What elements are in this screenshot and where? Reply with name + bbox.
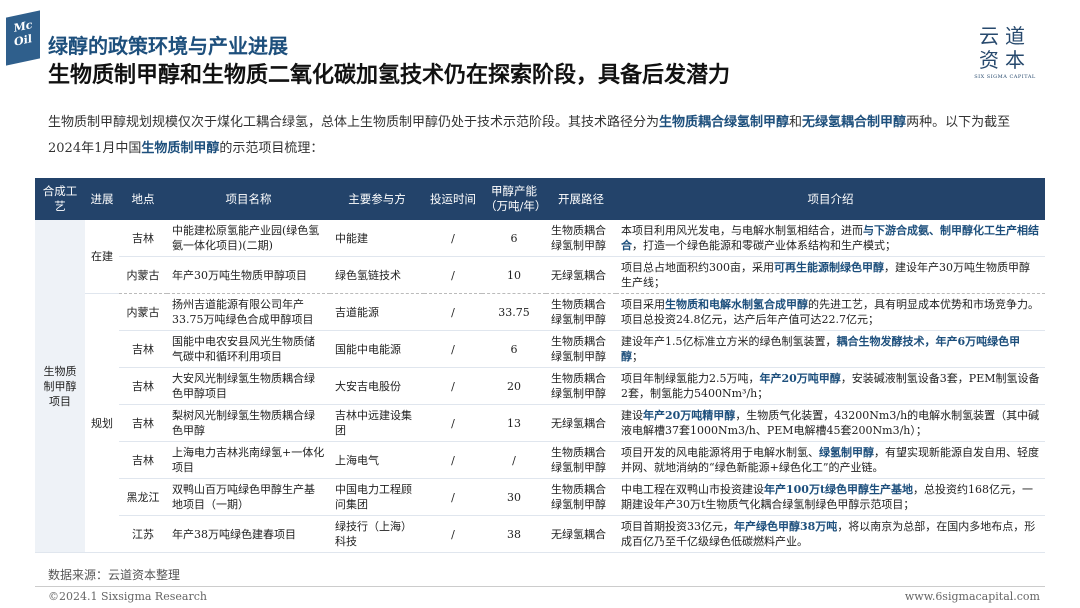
participant-cell: 绿色氢链技术 [330, 256, 424, 294]
participant-cell: 国能中电能源 [330, 330, 424, 368]
description-cell: 项目采用生物质和电解水制氢合成甲醇的先进工艺，具有明显成本优势和市场竞争力。项目… [616, 293, 1045, 331]
table-row: 吉林 大安风光制绿氢生物质耦合绿色甲醇项目 大安吉电股份/20 生物质耦合绿氢制甲醇项… [35, 367, 1045, 405]
capacity-cell: 13 [482, 404, 546, 442]
location-cell: 吉林 [119, 220, 167, 257]
operation-time-cell: / [424, 220, 482, 257]
project-table: 合成工艺 进展 地点 项目名称 主要参与方 投运时间 甲醇产能（万吨/年） 开展… [35, 178, 1045, 553]
location-cell: 内蒙古 [119, 293, 167, 331]
table-row: 生物质制甲醇项目 在建 吉林 中能建松原氢能产业园(绿色氢氨一体化项目)(二期) 中能建… [35, 220, 1045, 553]
path-cell: 无绿氢耦合 [546, 515, 616, 553]
header-process: 合成工艺 [42, 184, 78, 213]
location-cell: 吉林 [119, 367, 167, 405]
table-row: 内蒙古 年产30万吨生物质甲醇项目 绿色氢链技术/10 无绿氢耦合 项目总占地面积约30… [35, 256, 1045, 294]
description-cell: 本项目利用风光发电，与电解水制氢相结合，进而与下游合成氨、制甲醇化工生产相结合，… [616, 220, 1045, 257]
participant-cell: 中国电力工程顾问集团 [330, 478, 424, 516]
path-cell: 生物质耦合绿氢制甲醇 [546, 330, 616, 368]
status-cell: 规划 [85, 293, 119, 553]
header-location: 地点 [131, 191, 155, 206]
description-cell: 项目年制绿氢能力2.5万吨，年产20万吨甲醇，安装碱液制氢设备3套，PEM制氢设… [616, 367, 1045, 405]
location-cell: 内蒙古 [119, 256, 167, 294]
category-cell: 生物质制甲醇项目 [35, 220, 85, 553]
intro-paragraph: 生物质制甲醇规划规模仅次于煤化工耦合绿氢，总体上生物质制甲醇仍处于技术示范阶段。… [48, 115, 1011, 156]
participant-cell: 吉林中远建设集团 [330, 404, 424, 442]
location-cell: 江苏 [119, 515, 167, 553]
location-cell: 吉林 [119, 330, 167, 368]
operation-time-cell: / [424, 515, 482, 553]
footer-divider [35, 586, 1045, 587]
operation-time-cell: / [424, 330, 482, 368]
table-row: 黑龙江 双鸭山百万吨绿色甲醇生产基地项目（一期） 中国电力工程顾问集团/30 生物质耦… [35, 478, 1045, 516]
path-cell: 生物质耦合绿氢制甲醇 [546, 293, 616, 331]
capacity-cell: / [482, 441, 546, 479]
brand-logo: 云道资本 SIX SIGMA CAPITAL [970, 24, 1040, 80]
operation-time-cell: / [424, 441, 482, 479]
operation-time-cell: / [424, 404, 482, 442]
location-cell: 吉林 [119, 404, 167, 442]
project-name-cell: 扬州吉道能源有限公司年产33.75万吨绿色合成甲醇项目 [167, 293, 330, 331]
path-cell: 生物质耦合绿氢制甲醇 [546, 478, 616, 516]
table-header-row: 合成工艺 进展 地点 项目名称 主要参与方 投运时间 甲醇产能（万吨/年） 开展… [35, 178, 1045, 220]
project-name-cell: 梨树风光制绿氢生物质耦合绿色甲醇 [167, 404, 330, 442]
path-cell: 无绿氢耦合 [546, 256, 616, 294]
participant-cell: 绿技行（上海）科技 [330, 515, 424, 553]
footer-website: www.6sigmacapital.com [904, 590, 1040, 603]
participant-cell: 吉道能源 [330, 293, 424, 331]
data-source: 数据来源：云道资本整理 [48, 568, 181, 582]
capacity-cell: 30 [482, 478, 546, 516]
header-description: 项目介绍 [807, 191, 854, 206]
location-cell: 黑龙江 [119, 478, 167, 516]
description-cell: 建设年产1.5亿标准立方米的绿色制氢装置，耦合生物发酵技术，年产6万吨绿色甲醇； [616, 330, 1045, 368]
table-row: 吉林 国能中电农安县风光生物质储气碳中和循环利用项目 国能中电能源/6 生物质耦合绿氢… [35, 330, 1045, 368]
description-cell: 中电工程在双鸭山市投资建设年产100万t绿色甲醇生产基地，总投资约168亿元，一… [616, 478, 1045, 516]
header-status: 进展 [90, 191, 114, 206]
description-cell: 建设年产20万吨精甲醇，生物质气化装置，43200Nm3/h的电解水制氢装置（其… [616, 404, 1045, 442]
capacity-cell: 33.75 [482, 293, 546, 331]
project-name-cell: 年产30万吨生物质甲醇项目 [167, 256, 330, 294]
participant-cell: 大安吉电股份 [330, 367, 424, 405]
brand-name-en: SIX SIGMA CAPITAL [974, 74, 1036, 80]
page-section-title: 绿醇的政策环境与产业进展 [48, 34, 288, 58]
participant-cell: 上海电气 [330, 441, 424, 479]
capacity-cell: 20 [482, 367, 546, 405]
capacity-cell: 6 [482, 220, 546, 257]
header-participants: 主要参与方 [348, 191, 406, 206]
project-name-cell: 国能中电农安县风光生物质储气碳中和循环利用项目 [167, 330, 330, 368]
table-row: 吉林 上海电力吉林兆南绿氢+一体化项目 上海电气 / / 生物质耦合绿氢制甲醇 项目开发的风… [35, 441, 1045, 479]
project-name-cell: 大安风光制绿氢生物质耦合绿色甲醇项目 [167, 367, 330, 405]
path-cell: 无绿氢耦合 [546, 404, 616, 442]
header-path: 开展路径 [558, 191, 604, 206]
path-cell: 生物质耦合绿氢制甲醇 [546, 367, 616, 405]
operation-time-cell: / [424, 256, 482, 294]
description-cell: 项目开发的风电能源将用于电解水制氢、绿氢制甲醇，有望实现新能源自发自用、轻度并网… [616, 441, 1045, 479]
operation-time-cell: / [424, 367, 482, 405]
capacity-cell: 38 [482, 515, 546, 553]
table-row: 吉林 梨树风光制绿氢生物质耦合绿色甲醇 吉林中远建设集团/13 无绿氢耦合 建设年产20… [35, 404, 1045, 442]
location-cell: 吉林 [119, 441, 167, 479]
table-row: 规划 内蒙古 扬州吉道能源有限公司年产33.75万吨绿色合成甲醇项目 吉道能源/33.… [35, 293, 1045, 553]
header-operation-time: 投运时间 [430, 191, 476, 206]
description-cell: 项目总占地面积约300亩，采用可再生能源制绿色甲醇，建设年产30万吨生物质甲醇生… [616, 256, 1045, 294]
capacity-cell: 10 [482, 256, 546, 294]
header-project-name: 项目名称 [225, 191, 272, 206]
path-cell: 生物质耦合绿氢制甲醇 [546, 441, 616, 479]
operation-time-cell: / [424, 293, 482, 331]
page-title: 生物质制甲醇和生物质二氧化碳加氢技术仍在探索阶段，具备后发潜力 [48, 62, 731, 88]
project-name-cell: 双鸭山百万吨绿色甲醇生产基地项目（一期） [167, 478, 330, 516]
project-name-cell: 上海电力吉林兆南绿氢+一体化项目 [167, 441, 330, 479]
brand-badge-icon: Mc Oil [6, 10, 40, 66]
capacity-cell: 6 [482, 330, 546, 368]
operation-time-cell: / [424, 478, 482, 516]
path-cell: 生物质耦合绿氢制甲醇 [546, 220, 616, 257]
project-name-cell: 中能建松原氢能产业园(绿色氢氨一体化项目)(二期) [167, 220, 330, 257]
table-row: 江苏 年产38万吨绿色建春项目 绿技行（上海）科技/38 无绿氢耦合 项目首期投资33亿… [35, 515, 1045, 553]
status-cell: 在建 [85, 220, 119, 294]
footer-copyright: ©2024.1 Sixsigma Research [48, 590, 207, 603]
participant-cell: 中能建 [330, 220, 424, 257]
project-name-cell: 年产38万吨绿色建春项目 [167, 515, 330, 553]
header-capacity: 甲醇产能（万吨/年） [485, 184, 547, 213]
description-cell: 项目首期投资33亿元，年产绿色甲醇38万吨，将以南京为总部，在国内多地布点，形成… [616, 515, 1045, 553]
brand-name: 云道资本 [979, 24, 1031, 72]
